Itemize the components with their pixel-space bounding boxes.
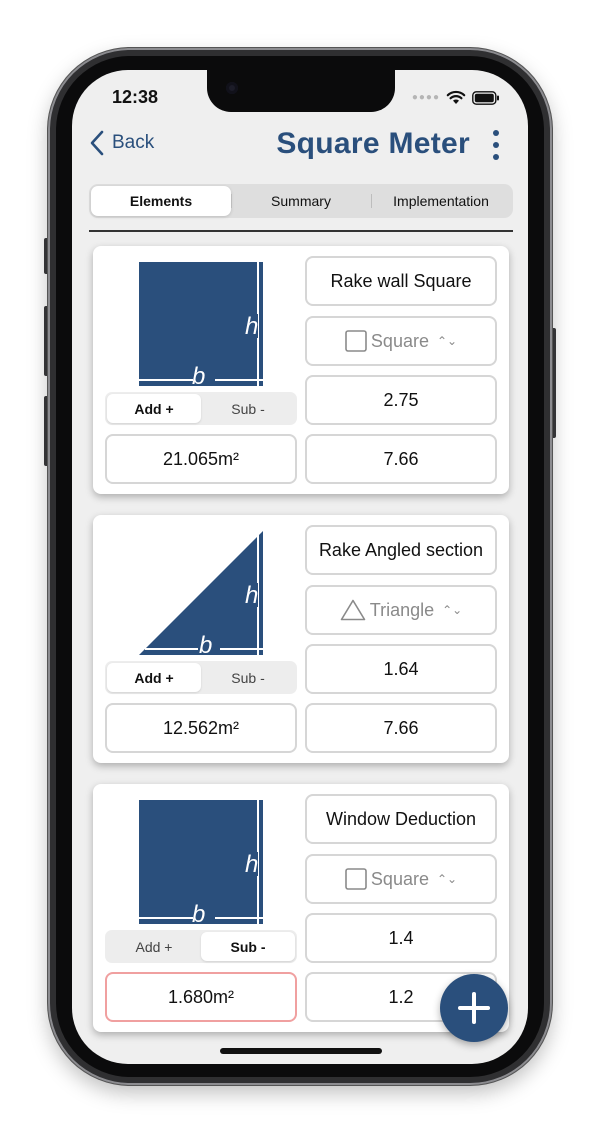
area-result: 1.680m² xyxy=(105,972,297,1022)
height-label: h xyxy=(245,582,258,609)
chevron-updown-icon: ⌃⌄ xyxy=(436,872,458,886)
element-card: h b Add + Sub - 12.562m² Rake Angled sec… xyxy=(93,515,509,763)
element-name-field[interactable]: Rake Angled section xyxy=(305,525,497,575)
back-button[interactable]: Back xyxy=(90,130,154,156)
shape-picker-label: Triangle xyxy=(369,599,435,620)
base-label: b xyxy=(192,363,205,386)
base-field[interactable]: 7.66 xyxy=(305,703,497,753)
square-diagram-icon: h b xyxy=(139,262,263,386)
element-card: h b Add + Sub - 21.065m² Rake wall Squar… xyxy=(93,246,509,494)
wifi-icon xyxy=(446,90,466,104)
area-result: 21.065m² xyxy=(105,434,297,484)
more-options-icon[interactable] xyxy=(492,130,500,160)
shape-picker-label: Square xyxy=(370,330,429,351)
tab-elements[interactable]: Elements xyxy=(91,186,231,216)
plus-icon xyxy=(458,992,490,1024)
add-button[interactable]: Add + xyxy=(107,394,201,423)
square-icon xyxy=(345,330,367,352)
triangle-diagram-icon: h b xyxy=(139,531,263,655)
sub-button[interactable]: Sub - xyxy=(201,932,295,961)
shape-picker[interactable]: Square ⌃⌄ xyxy=(305,854,497,904)
chevron-left-icon xyxy=(90,130,104,156)
chevron-updown-icon: ⌃⌄ xyxy=(442,603,463,617)
element-name-field[interactable]: Rake wall Square xyxy=(305,256,497,306)
add-sub-toggle: Add + Sub - xyxy=(105,930,297,963)
height-field[interactable]: 1.64 xyxy=(305,644,497,694)
tab-summary[interactable]: Summary xyxy=(231,186,371,216)
page-title: Square Meter xyxy=(276,127,470,160)
height-label: h xyxy=(245,851,258,878)
shape-picker[interactable]: Square ⌃⌄ xyxy=(305,316,497,366)
shape-picker-label: Square xyxy=(370,868,429,889)
battery-icon xyxy=(472,90,499,105)
base-field[interactable]: 7.66 xyxy=(305,434,497,484)
shape-picker[interactable]: Triangle ⌃⌄ xyxy=(305,585,497,635)
app-screen: 12:38 ●●●● Back Square Meter Elements Su… xyxy=(72,70,528,1064)
status-time: 12:38 xyxy=(112,87,159,107)
add-sub-toggle: Add + Sub - xyxy=(105,661,297,694)
status-icons: ●●●● xyxy=(412,90,500,105)
back-label: Back xyxy=(112,132,155,153)
add-button[interactable]: Add + xyxy=(107,932,201,961)
element-name-field[interactable]: Window Deduction xyxy=(305,794,497,844)
triangle-icon xyxy=(340,599,366,621)
sub-button[interactable]: Sub - xyxy=(201,663,295,692)
notch xyxy=(207,70,395,112)
camera-icon xyxy=(226,82,238,94)
height-field[interactable]: 2.75 xyxy=(305,375,497,425)
header-divider xyxy=(89,230,513,232)
chevron-updown-icon: ⌃⌄ xyxy=(436,334,458,348)
add-sub-toggle: Add + Sub - xyxy=(105,392,297,425)
height-field[interactable]: 1.4 xyxy=(305,913,497,963)
home-indicator[interactable] xyxy=(220,1048,382,1054)
add-element-button[interactable] xyxy=(440,974,508,1042)
add-button[interactable]: Add + xyxy=(107,663,201,692)
base-label: b xyxy=(192,901,205,924)
square-icon xyxy=(345,868,367,890)
signal-dots-icon: ●●●● xyxy=(411,92,440,103)
tab-implementation[interactable]: Implementation xyxy=(371,186,511,216)
sub-button[interactable]: Sub - xyxy=(201,394,295,423)
base-label: b xyxy=(199,632,212,655)
view-tabs: Elements Summary Implementation xyxy=(89,184,513,218)
area-result: 12.562m² xyxy=(105,703,297,753)
square-diagram-icon: h b xyxy=(139,800,263,924)
height-label: h xyxy=(245,313,258,340)
